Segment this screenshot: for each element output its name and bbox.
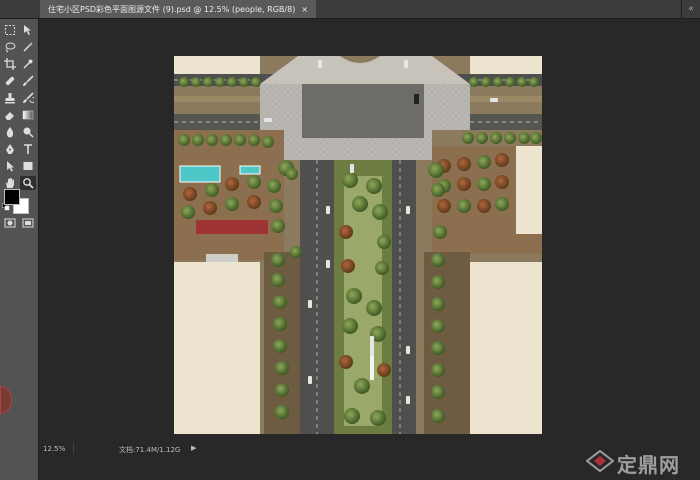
dodge-tool-icon[interactable] — [20, 125, 36, 139]
document-tab-title: 住宅小区PSD彩色平面图源文件 (9).psd @ 12.5% (people,… — [48, 4, 296, 14]
document-tab[interactable]: 住宅小区PSD彩色平面图源文件 (9).psd @ 12.5% (people,… — [40, 0, 317, 18]
watermark-logo-icon — [586, 450, 614, 472]
status-divider — [73, 443, 74, 453]
blur-tool-icon[interactable] — [2, 125, 18, 139]
close-icon[interactable]: × — [301, 5, 308, 14]
healing-brush-tool-icon[interactable] — [2, 74, 18, 88]
eyedropper-tool-icon[interactable] — [20, 57, 36, 71]
history-brush-tool-icon[interactable] — [20, 91, 36, 105]
watermark-text: 定鼎网 — [617, 453, 680, 477]
panel-collapse-icon[interactable]: « — [681, 0, 700, 18]
lasso-tool-icon[interactable] — [2, 40, 18, 54]
foreground-color-swatch[interactable] — [4, 189, 20, 205]
document-tab-bar: 住宅小区PSD彩色平面图源文件 (9).psd @ 12.5% (people,… — [0, 0, 700, 19]
move-tool-icon[interactable] — [20, 23, 36, 37]
rect-marquee-tool-icon[interactable] — [2, 23, 18, 37]
status-menu-arrow-icon[interactable]: ▶ — [191, 444, 196, 452]
clone-stamp-tool-icon[interactable] — [2, 91, 18, 105]
brush-tool-icon[interactable] — [20, 74, 36, 88]
gradient-tool-icon[interactable] — [20, 108, 36, 122]
landscape-site-plan-image — [174, 56, 542, 434]
path-select-tool-icon[interactable] — [2, 159, 18, 173]
pen-tool-icon[interactable] — [2, 142, 18, 156]
magic-wand-tool-icon[interactable] — [20, 40, 36, 54]
quick-mask-icon[interactable] — [2, 216, 18, 230]
crop-tool-icon[interactable] — [2, 57, 18, 71]
zoom-tool-icon[interactable] — [20, 176, 36, 190]
hand-tool-icon[interactable] — [2, 176, 18, 190]
type-tool-icon[interactable] — [20, 142, 36, 156]
document-size: 文档:71.4M/1.12G — [119, 446, 181, 454]
document-canvas-image[interactable] — [174, 56, 542, 434]
zoom-level[interactable]: 12.5% — [43, 445, 65, 453]
shape-tool-icon[interactable] — [20, 159, 36, 173]
eraser-tool-icon[interactable] — [2, 108, 18, 122]
screen-mode-icon[interactable] — [20, 216, 36, 230]
